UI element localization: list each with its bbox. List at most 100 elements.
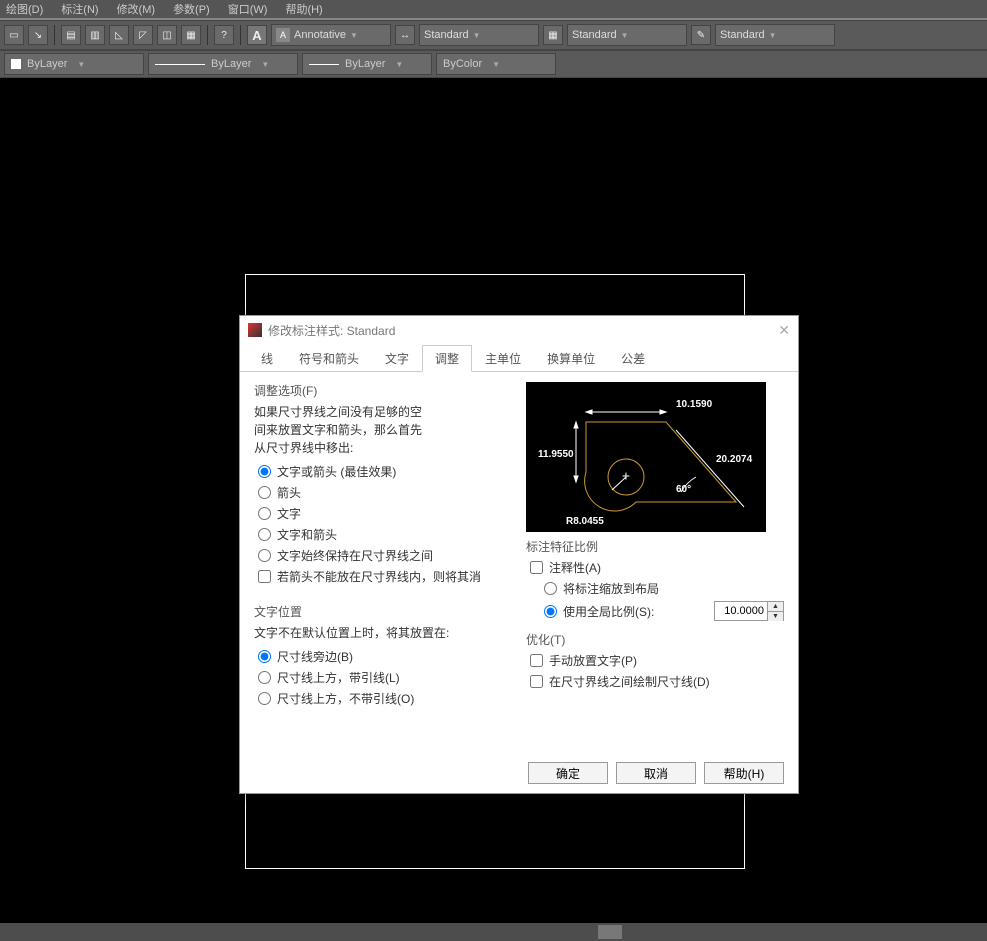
scale-input[interactable] (715, 602, 767, 620)
linetype-label: ByLayer (211, 58, 251, 70)
cancel-button[interactable]: 取消 (616, 762, 696, 784)
scale-global-row: 使用全局比例(S): ▲▼ (544, 601, 784, 621)
menu-modify[interactable]: 修改(M) (117, 1, 156, 17)
dropdown-dimstyle-label: Standard (424, 29, 469, 41)
scale-spinner[interactable]: ▲▼ (714, 601, 784, 621)
menu-window[interactable]: 窗口(W) (228, 1, 268, 17)
svg-text:+: + (622, 468, 630, 484)
menu-annotation[interactable]: 标注(N) (61, 1, 98, 17)
dropdown-tablestyle[interactable]: Standard ▼ (567, 24, 687, 46)
tool-btn-6[interactable]: ◸ (133, 25, 153, 45)
tab-alt-units[interactable]: 换算单位 (534, 345, 608, 372)
optimize-check-2[interactable] (530, 675, 543, 688)
tool-btn-8[interactable]: ▦ (181, 25, 201, 45)
textpos-radio-3[interactable] (258, 692, 271, 705)
close-icon[interactable]: ✕ (778, 322, 790, 339)
optimize-title: 优化(T) (526, 631, 784, 648)
dropdown-annotative[interactable]: A Annotative ▼ (271, 24, 391, 46)
dropdown-lineweight[interactable]: ByLayer ▼ (302, 53, 432, 75)
preview-radius: R8.0455 (566, 516, 604, 527)
preview-dim-top: 10.1590 (676, 399, 713, 410)
lineweight-label: ByLayer (345, 58, 385, 70)
tool-btn-table[interactable]: ▦ (543, 25, 563, 45)
dropdown-layer-color[interactable]: ByLayer ▼ (4, 53, 144, 75)
dropdown-mleaderstyle[interactable]: Standard ▼ (715, 24, 835, 46)
fit-opt-both[interactable]: 文字和箭头 (258, 526, 514, 543)
dropdown-plotstyle[interactable]: ByColor ▼ (436, 53, 556, 75)
fit-radio-2[interactable] (258, 486, 271, 499)
tab-tolerances[interactable]: 公差 (608, 345, 658, 372)
scale-radio-layout[interactable] (544, 582, 557, 595)
dropdown-linetype[interactable]: ByLayer ▼ (148, 53, 298, 75)
line-sample (155, 64, 205, 65)
toolbar-row-2: ByLayer ▼ ByLayer ▼ ByLayer ▼ ByColor ▼ (0, 50, 987, 78)
scale-layout[interactable]: 将标注缩放到布局 (544, 580, 784, 597)
scale-annotative[interactable]: 注释性(A) (530, 559, 784, 576)
textpos-radio-2[interactable] (258, 671, 271, 684)
fit-suppress-arrows[interactable]: 若箭头不能放在尺寸界线内，则将其消 (258, 568, 514, 585)
tool-btn-7[interactable]: ◫ (157, 25, 177, 45)
ok-button[interactable]: 确定 (528, 762, 608, 784)
dropdown-annotative-label: Annotative (294, 29, 346, 41)
tool-btn-1[interactable]: ▭ (4, 25, 24, 45)
chevron-down-icon: ▼ (77, 60, 85, 69)
status-segment (598, 925, 622, 939)
help-button[interactable]: 帮助(H) (704, 762, 784, 784)
fit-check-1[interactable] (258, 570, 271, 583)
chevron-down-icon: ▼ (473, 31, 481, 40)
line-sample (309, 64, 339, 65)
dialog-title-text: 修改标注样式: Standard (268, 322, 395, 339)
spinner-down-icon[interactable]: ▼ (768, 612, 783, 621)
dimension-style-dialog: 修改标注样式: Standard ✕ 线 符号和箭头 文字 调整 主单位 换算单… (239, 315, 799, 794)
tab-lines[interactable]: 线 (248, 345, 286, 372)
fit-radio-1[interactable] (258, 465, 271, 478)
tab-text[interactable]: 文字 (372, 345, 422, 372)
fit-radio-3[interactable] (258, 507, 271, 520)
tool-btn-help[interactable]: ? (214, 25, 234, 45)
fit-opt-text-or-arrows[interactable]: 文字或箭头 (最佳效果) (258, 463, 514, 480)
fit-opt-arrows[interactable]: 箭头 (258, 484, 514, 501)
optimize-check-1[interactable] (530, 654, 543, 667)
drawing-canvas[interactable]: 修改标注样式: Standard ✕ 线 符号和箭头 文字 调整 主单位 换算单… (0, 78, 987, 938)
textpos-radio-1[interactable] (258, 650, 271, 663)
scale-global[interactable]: 使用全局比例(S): (544, 603, 654, 620)
preview-dim-diag: 20.2074 (716, 454, 753, 465)
tool-btn-leader[interactable]: ✎ (691, 25, 711, 45)
fit-description: 如果尺寸界线之间没有足够的空 间来放置文字和箭头，那么首先 从尺寸界线中移出: (254, 403, 514, 457)
plotstyle-label: ByColor (443, 58, 482, 70)
dialog-titlebar[interactable]: 修改标注样式: Standard ✕ (240, 316, 798, 344)
textpos-opt-over-leader[interactable]: 尺寸线上方，带引线(L) (258, 669, 514, 686)
optimize-manual-text[interactable]: 手动放置文字(P) (530, 652, 784, 669)
chevron-down-icon: ▼ (621, 31, 629, 40)
tool-btn-3[interactable]: ▤ (61, 25, 81, 45)
textpos-desc: 文字不在默认位置上时，将其放置在: (254, 624, 514, 642)
tool-btn-4[interactable]: ▥ (85, 25, 105, 45)
preview-dim-left: 11.9550 (538, 449, 574, 460)
tool-btn-2[interactable]: ↘ (28, 25, 48, 45)
tab-fit[interactable]: 调整 (422, 345, 472, 372)
scale-radio-global[interactable] (544, 605, 557, 618)
optimize-draw-dimline[interactable]: 在尺寸界线之间绘制尺寸线(D) (530, 673, 784, 690)
menu-help[interactable]: 帮助(H) (285, 1, 322, 17)
scale-check-annot[interactable] (530, 561, 543, 574)
textpos-opt-beside[interactable]: 尺寸线旁边(B) (258, 648, 514, 665)
tool-btn-text[interactable]: A (247, 25, 267, 45)
fit-radio-4[interactable] (258, 528, 271, 541)
tool-btn-5[interactable]: ◺ (109, 25, 129, 45)
tool-btn-dim[interactable]: ↔ (395, 25, 415, 45)
fit-radio-5[interactable] (258, 549, 271, 562)
color-swatch (11, 59, 21, 69)
dropdown-dimstyle[interactable]: Standard ▼ (419, 24, 539, 46)
tab-symbols[interactable]: 符号和箭头 (286, 345, 372, 372)
menu-draw[interactable]: 绘图(D) (6, 1, 43, 17)
tab-primary-units[interactable]: 主单位 (472, 345, 534, 372)
chevron-down-icon: ▼ (492, 60, 500, 69)
textpos-opt-over-noleader[interactable]: 尺寸线上方，不带引线(O) (258, 690, 514, 707)
textpos-title: 文字位置 (254, 603, 514, 620)
fit-opt-always-inside[interactable]: 文字始终保持在尺寸界线之间 (258, 547, 514, 564)
annotative-icon: A (276, 28, 290, 42)
menu-param[interactable]: 参数(P) (173, 1, 210, 17)
spinner-up-icon[interactable]: ▲ (768, 602, 783, 612)
layer-color-label: ByLayer (27, 58, 67, 70)
fit-opt-text[interactable]: 文字 (258, 505, 514, 522)
